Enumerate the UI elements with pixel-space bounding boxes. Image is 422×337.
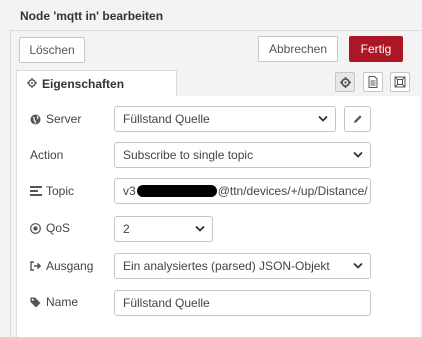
- gear-icon: [339, 76, 351, 88]
- qos-label-text: QoS: [46, 221, 71, 235]
- tab-bar: Eigenschaften: [16, 70, 420, 97]
- topic-label: Topic: [30, 183, 74, 199]
- action-value: Subscribe to single topic: [123, 148, 254, 162]
- action-label: Action: [30, 147, 63, 163]
- name-label-text: Name: [46, 295, 79, 309]
- target-icon: [30, 222, 42, 234]
- frame-icon: [394, 76, 406, 88]
- list-icon: [30, 186, 42, 196]
- chevron-down-icon: [195, 225, 205, 232]
- tab-properties[interactable]: Eigenschaften: [16, 70, 177, 97]
- tag-icon: [30, 297, 42, 308]
- output-label-text: Ausgang: [46, 259, 94, 273]
- tab-description[interactable]: [363, 72, 383, 92]
- name-value: Füllstand Quelle: [123, 296, 210, 310]
- server-value: Füllstand Quelle: [123, 112, 210, 126]
- chevron-down-icon: [353, 151, 363, 158]
- qos-value: 2: [123, 222, 130, 236]
- gear-icon: [27, 77, 37, 91]
- topic-label-text: Topic: [46, 184, 75, 198]
- dialog-title: Node 'mqtt in' bearbeiten: [20, 9, 164, 23]
- output-label: Ausgang: [30, 258, 93, 274]
- edit-server-button[interactable]: [344, 106, 371, 132]
- cancel-button[interactable]: Abbrechen: [258, 36, 338, 62]
- tab-settings-gear[interactable]: [335, 72, 355, 92]
- sign-out-icon: [30, 261, 42, 271]
- output-value: Ein analysiertes (parsed) JSON-Objekt: [123, 259, 330, 273]
- edit-node-dialog: Node 'mqtt in' bearbeiten Löschen Abbrec…: [0, 0, 422, 337]
- topic-value-prefix: v3: [123, 184, 136, 198]
- done-button[interactable]: Fertig: [349, 36, 403, 62]
- action-label-text: Action: [30, 148, 64, 162]
- topic-input[interactable]: v3 @ttn/devices/+/up/Distance/: [114, 178, 371, 204]
- document-icon: [368, 76, 378, 88]
- server-select[interactable]: Füllstand Quelle: [114, 106, 336, 132]
- redaction-mark: [136, 185, 217, 197]
- chevron-down-icon: [353, 262, 363, 269]
- tab-properties-label: Eigenschaften: [42, 77, 125, 91]
- server-label-text: Server: [46, 112, 82, 126]
- globe-icon: [30, 114, 42, 125]
- server-label: Server: [30, 111, 81, 127]
- dialog-titlebar: Node 'mqtt in' bearbeiten: [10, 0, 422, 31]
- chevron-down-icon: [318, 115, 328, 122]
- action-select[interactable]: Subscribe to single topic: [114, 142, 371, 168]
- topic-value-suffix: @ttn/devices/+/up/Distance/: [217, 184, 368, 198]
- pencil-icon: [353, 115, 362, 123]
- output-select[interactable]: Ein analysiertes (parsed) JSON-Objekt: [114, 253, 371, 279]
- qos-label: QoS: [30, 220, 70, 236]
- left-strip: [0, 0, 11, 337]
- tab-appearance[interactable]: [390, 72, 410, 92]
- name-label: Name: [30, 294, 78, 310]
- qos-select[interactable]: 2: [114, 216, 213, 242]
- delete-button[interactable]: Löschen: [19, 37, 85, 63]
- name-input[interactable]: Füllstand Quelle: [114, 290, 371, 316]
